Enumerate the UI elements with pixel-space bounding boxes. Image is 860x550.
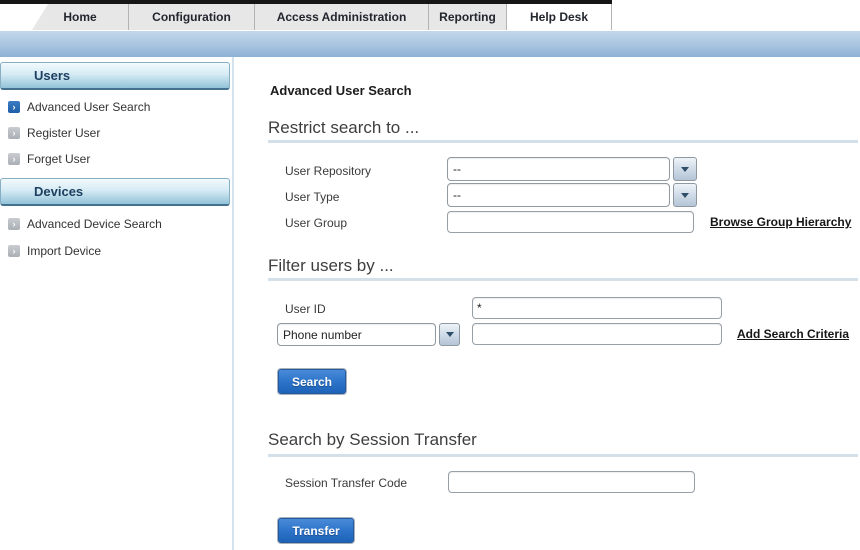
main-tab-bar: Home Configuration Access Administration… xyxy=(32,4,612,30)
tab-home[interactable]: Home xyxy=(32,4,129,30)
tab-reporting[interactable]: Reporting xyxy=(429,4,507,30)
session-transfer-code-label: Session Transfer Code xyxy=(285,476,408,490)
sidebar-item-register-user[interactable]: › Register User xyxy=(0,120,230,146)
transfer-button[interactable]: Transfer xyxy=(278,518,354,543)
dropdown-arrow-icon[interactable] xyxy=(673,157,697,181)
dropdown-arrow-icon[interactable] xyxy=(673,183,697,207)
user-type-select[interactable]: -- xyxy=(447,183,697,207)
search-criteria-selected-value: Phone number xyxy=(277,323,436,346)
section-heading-session-transfer: Search by Session Transfer xyxy=(268,430,477,449)
chevron-right-icon: › xyxy=(8,245,20,257)
section-divider xyxy=(268,454,858,457)
search-criteria-input[interactable] xyxy=(472,323,722,345)
page-title: Advanced User Search xyxy=(270,83,412,98)
chevron-right-icon: › xyxy=(8,218,20,230)
section-heading-restrict: Restrict search to ... xyxy=(268,118,420,137)
section-heading-filter: Filter users by ... xyxy=(268,256,394,275)
chevron-right-icon: › xyxy=(8,127,20,139)
top-black-bar xyxy=(0,0,612,4)
sidebar-section-devices: Devices xyxy=(0,178,230,206)
sidebar-section-users: Users xyxy=(0,62,230,90)
add-search-criteria-link[interactable]: Add Search Criteria xyxy=(737,327,849,341)
section-divider xyxy=(268,278,858,281)
sidebar-item-label: Advanced Device Search xyxy=(27,217,162,231)
search-button[interactable]: Search xyxy=(278,369,346,394)
user-repository-label: User Repository xyxy=(285,164,372,178)
sidebar-item-advanced-user-search[interactable]: › Advanced User Search xyxy=(0,94,230,120)
dropdown-arrow-icon[interactable] xyxy=(439,323,460,346)
sidebar-item-forget-user[interactable]: › Forget User xyxy=(0,146,230,172)
user-id-label: User ID xyxy=(285,302,326,316)
blue-banner xyxy=(0,31,860,57)
user-type-label: User Type xyxy=(285,190,340,204)
sidebar-item-label: Register User xyxy=(27,126,101,140)
tab-help-desk[interactable]: Help Desk xyxy=(507,4,612,30)
user-id-input[interactable] xyxy=(472,297,722,319)
search-criteria-select[interactable]: Phone number xyxy=(277,323,460,346)
user-repository-selected-value: -- xyxy=(447,157,670,181)
chevron-right-icon: › xyxy=(8,153,20,165)
user-group-input[interactable] xyxy=(447,211,694,233)
sidebar-item-label: Forget User xyxy=(27,152,91,166)
sidebar-item-label: Import Device xyxy=(27,244,102,258)
sidebar-content-divider xyxy=(232,57,234,550)
sidebar-item-advanced-device-search[interactable]: › Advanced Device Search xyxy=(0,211,230,237)
section-divider xyxy=(268,140,858,143)
chevron-right-icon: › xyxy=(8,101,20,113)
user-type-selected-value: -- xyxy=(447,183,670,207)
sidebar-item-import-device[interactable]: › Import Device xyxy=(0,238,230,264)
sidebar-item-label: Advanced User Search xyxy=(27,100,151,114)
session-transfer-code-input[interactable] xyxy=(448,471,695,493)
tab-configuration[interactable]: Configuration xyxy=(129,4,255,30)
tab-access-administration[interactable]: Access Administration xyxy=(255,4,429,30)
user-repository-select[interactable]: -- xyxy=(447,157,697,181)
user-group-label: User Group xyxy=(285,216,348,230)
browse-group-hierarchy-link[interactable]: Browse Group Hierarchy xyxy=(710,215,851,229)
